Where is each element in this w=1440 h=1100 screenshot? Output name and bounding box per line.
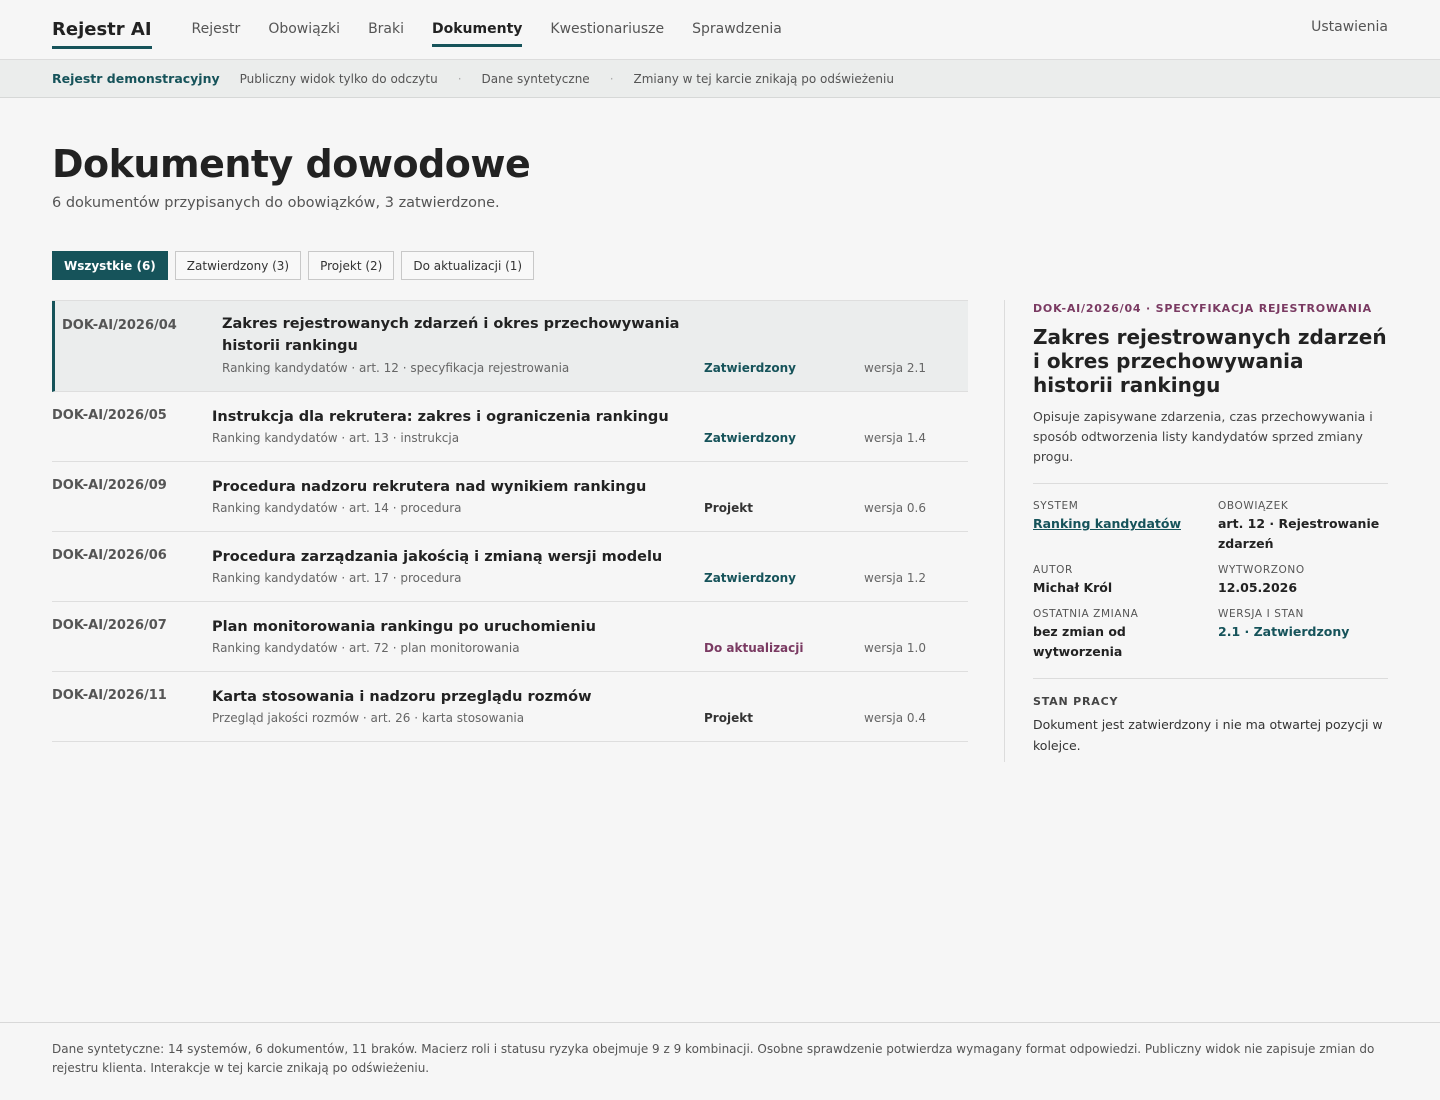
field-value: Michał Król xyxy=(1033,580,1113,595)
document-meta: Ranking kandydatów · art. 14 · procedura xyxy=(212,501,462,515)
panel-divider xyxy=(1004,300,1005,762)
page-title: Dokumenty dowodowe xyxy=(52,142,531,186)
nav-link-kwestionariusze[interactable]: Kwestionariusze xyxy=(550,21,664,47)
field-duty: OBOWIĄZEK art. 12 · Rejestrowanie zdarze… xyxy=(1218,500,1388,554)
document-title: Procedura zarządzania jakością i zmianą … xyxy=(212,549,663,565)
field-value: art. 12 · Rejestrowanie zdarzeń xyxy=(1218,516,1380,551)
document-meta: Ranking kandydatów · art. 13 · instrukcj… xyxy=(212,431,460,445)
document-version: wersja 0.6 xyxy=(864,501,926,515)
page-subtitle: 6 dokumentów przypisanych do obowiązków,… xyxy=(52,195,500,211)
filter-update-button[interactable]: Do aktualizacji (1) xyxy=(401,251,535,280)
detail-fields: SYSTEM Ranking kandydatów OBOWIĄZEK art.… xyxy=(1033,500,1388,662)
field-label: AUTOR xyxy=(1033,564,1073,576)
nav-link-rejestr[interactable]: Rejestr xyxy=(192,21,241,47)
field-label: WERSJA I STAN xyxy=(1218,608,1304,620)
banner-separator: · xyxy=(609,71,614,86)
demo-banner: Rejestr demonstracyjny Publiczny widok t… xyxy=(0,60,1440,98)
filter-all-button[interactable]: Wszystkie (6) xyxy=(52,251,168,280)
banner-item: Zmiany w tej karcie znikają po odświeżen… xyxy=(633,71,894,86)
work-state-label: STAN PRACY xyxy=(1033,695,1119,708)
footer-text: Dane syntetyczne: 14 systemów, 6 dokumen… xyxy=(52,1042,1375,1075)
document-id: DOK-AI/2026/05 xyxy=(52,408,167,423)
field-label: SYSTEM xyxy=(1033,500,1079,512)
document-id: DOK-AI/2026/07 xyxy=(52,618,167,633)
field-version-state: WERSJA I STAN 2.1 · Zatwierdzony xyxy=(1218,608,1388,662)
document-list: DOK-AI/2026/04 Zakres rejestrowanych zda… xyxy=(52,300,968,742)
field-system: SYSTEM Ranking kandydatów xyxy=(1033,500,1218,554)
system-link[interactable]: Ranking kandydatów xyxy=(1033,514,1218,534)
document-title: Zakres rejestrowanych zdarzeń i okres pr… xyxy=(222,316,680,354)
detail-divider xyxy=(1033,483,1388,484)
document-row[interactable]: DOK-AI/2026/07 Plan monitorowania rankin… xyxy=(52,602,968,672)
field-value: 12.05.2026 xyxy=(1218,580,1298,595)
document-row[interactable]: DOK-AI/2026/11 Karta stosowania i nadzor… xyxy=(52,672,968,742)
settings-link[interactable]: Ustawienia xyxy=(1311,19,1388,35)
document-status: Projekt xyxy=(704,711,753,725)
brand-logo[interactable]: Rejestr AI xyxy=(52,19,152,49)
nav-link-sprawdzenia[interactable]: Sprawdzenia xyxy=(692,21,782,47)
document-detail-panel: DOK-AI/2026/04 · SPECYFIKACJA REJESTROWA… xyxy=(1033,300,1388,756)
detail-description: Opisuje zapisywane zdarzenia, czas przec… xyxy=(1033,409,1373,464)
banner-item: Publiczny widok tylko do odczytu xyxy=(239,71,438,86)
status-filters: Wszystkie (6) Zatwierdzony (3) Projekt (… xyxy=(52,251,535,280)
document-status: Zatwierdzony xyxy=(704,571,796,585)
document-status: Projekt xyxy=(704,501,753,515)
document-row[interactable]: DOK-AI/2026/04 Zakres rejestrowanych zda… xyxy=(52,301,968,392)
document-status: Zatwierdzony xyxy=(704,361,796,375)
document-title: Karta stosowania i nadzoru przeglądu roz… xyxy=(212,689,592,705)
document-status: Do aktualizacji xyxy=(704,641,804,655)
document-status: Zatwierdzony xyxy=(704,431,796,445)
detail-kicker: DOK-AI/2026/04 · SPECYFIKACJA REJESTROWA… xyxy=(1033,302,1372,315)
document-id: DOK-AI/2026/06 xyxy=(52,548,167,563)
document-version: wersja 1.2 xyxy=(864,571,926,585)
field-label: OBOWIĄZEK xyxy=(1218,500,1289,512)
document-version: wersja 1.4 xyxy=(864,431,926,445)
detail-divider xyxy=(1033,678,1388,679)
document-meta: Ranking kandydatów · art. 12 · specyfika… xyxy=(222,361,570,375)
field-label: OSTATNIA ZMIANA xyxy=(1033,608,1139,620)
document-id: DOK-AI/2026/09 xyxy=(52,478,167,493)
banner-registry-name: Rejestr demonstracyjny xyxy=(52,71,220,86)
document-meta: Ranking kandydatów · art. 17 · procedura xyxy=(212,571,462,585)
document-row[interactable]: DOK-AI/2026/09 Procedura nadzoru rekrute… xyxy=(52,462,968,532)
footer: Dane syntetyczne: 14 systemów, 6 dokumen… xyxy=(0,1022,1440,1100)
field-label: WYTWORZONO xyxy=(1218,564,1305,576)
document-row[interactable]: DOK-AI/2026/05 Instrukcja dla rekrutera:… xyxy=(52,392,968,462)
document-title: Instrukcja dla rekrutera: zakres i ogran… xyxy=(212,409,669,425)
document-id: DOK-AI/2026/04 xyxy=(62,318,177,333)
field-value: 2.1 · Zatwierdzony xyxy=(1218,624,1350,639)
banner-separator: · xyxy=(457,71,462,86)
document-row[interactable]: DOK-AI/2026/06 Procedura zarządzania jak… xyxy=(52,532,968,602)
document-title: Plan monitorowania rankingu po uruchomie… xyxy=(212,619,596,635)
document-title: Procedura nadzoru rekrutera nad wynikiem… xyxy=(212,479,647,495)
nav-link-dokumenty[interactable]: Dokumenty xyxy=(432,21,523,47)
field-value: bez zmian od wytworzenia xyxy=(1033,624,1126,659)
work-state-text: Dokument jest zatwierdzony i nie ma otwa… xyxy=(1033,717,1383,753)
document-meta: Ranking kandydatów · art. 72 · plan moni… xyxy=(212,641,520,655)
document-meta: Przegląd jakości rozmów · art. 26 · kart… xyxy=(212,711,525,725)
document-version: wersja 1.0 xyxy=(864,641,926,655)
nav-link-braki[interactable]: Braki xyxy=(368,21,404,47)
filter-project-button[interactable]: Projekt (2) xyxy=(308,251,395,280)
field-last-change: OSTATNIA ZMIANA bez zmian od wytworzenia xyxy=(1033,608,1218,662)
document-version: wersja 0.4 xyxy=(864,711,926,725)
document-id: DOK-AI/2026/11 xyxy=(52,688,167,703)
top-navigation: Rejestr AI Rejestr Obowiązki Braki Dokum… xyxy=(0,0,1440,60)
filter-approved-button[interactable]: Zatwierdzony (3) xyxy=(174,251,302,280)
nav-links: Rejestr Obowiązki Braki Dokumenty Kwesti… xyxy=(192,12,810,47)
document-version: wersja 2.1 xyxy=(864,361,926,375)
detail-title: Zakres rejestrowanych zdarzeń i okres pr… xyxy=(1033,325,1387,397)
field-author: AUTOR Michał Król xyxy=(1033,564,1218,598)
field-created: WYTWORZONO 12.05.2026 xyxy=(1218,564,1388,598)
banner-item: Dane syntetyczne xyxy=(481,71,590,86)
nav-link-obowiazki[interactable]: Obowiązki xyxy=(268,21,340,47)
